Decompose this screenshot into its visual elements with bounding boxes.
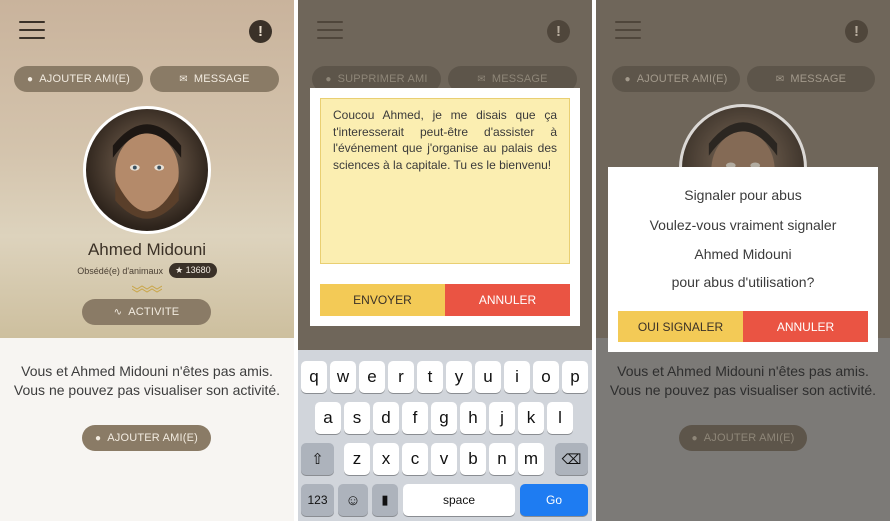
exclamation-icon[interactable]: !	[249, 20, 272, 43]
key-r[interactable]: r	[388, 361, 414, 393]
emoji-icon: ☺	[345, 491, 361, 509]
emoji-key[interactable]: ☺	[338, 484, 368, 516]
not-friends-notice: Vous et Ahmed Midouni n'êtes pas amis. V…	[609, 363, 877, 398]
backspace-key[interactable]: ⌫	[555, 443, 588, 475]
message-screen: ! ● SUPPRIMER AMI ✉ MESSAGE Coucou Ahmed…	[298, 0, 592, 521]
report-title: Signaler pour abus	[684, 187, 802, 203]
exclamation-icon: !	[845, 20, 868, 43]
key-d[interactable]: d	[373, 402, 399, 434]
envelope-icon: ✉	[775, 73, 785, 85]
person-icon: ●	[624, 73, 631, 85]
report-screen: ! ● AJOUTER AMI(E) ✉ MESSAGE Vous et Ahm…	[596, 0, 890, 521]
exclamation-icon: !	[547, 20, 570, 43]
pulse-icon: ∿	[113, 306, 123, 318]
not-friends-notice: Vous et Ahmed Midouni n'êtes pas amis. V…	[13, 363, 281, 398]
message-textarea[interactable]: Coucou Ahmed, je me disais que ça t'inte…	[320, 98, 570, 264]
hamburger-icon[interactable]	[19, 21, 45, 41]
score-value: 13680	[185, 265, 211, 275]
message-label: MESSAGE	[193, 73, 250, 85]
backspace-icon: ⌫	[561, 450, 582, 467]
message-button[interactable]: ✉ MESSAGE	[150, 66, 279, 92]
wave-divider-icon	[132, 285, 162, 293]
shift-key[interactable]: ⇧	[301, 443, 334, 475]
profile-subtitle: Obsédé(e) d'animaux	[77, 265, 164, 276]
add-friend-bottom-label: AJOUTER AMI(E)	[703, 432, 795, 444]
envelope-icon: ✉	[179, 73, 188, 85]
key-n[interactable]: n	[489, 443, 515, 475]
add-friend-bottom-button[interactable]: ● AJOUTER AMI(E)	[82, 425, 211, 451]
key-e[interactable]: e	[359, 361, 385, 393]
on-screen-keyboard: q w e r t y u i o p a s d f g h j k l ⇧ …	[298, 350, 592, 521]
space-key[interactable]: space	[403, 484, 515, 516]
key-i[interactable]: i	[504, 361, 530, 393]
envelope-icon: ✉	[477, 73, 486, 85]
key-t[interactable]: t	[417, 361, 443, 393]
key-p[interactable]: p	[562, 361, 588, 393]
hamburger-icon	[615, 21, 641, 41]
cancel-button[interactable]: ANNULER	[445, 284, 570, 316]
message-dialog: Coucou Ahmed, je me disais que ça t'inte…	[310, 88, 580, 326]
key-g[interactable]: g	[431, 402, 457, 434]
activity-label: ACTIVITE	[128, 306, 180, 318]
key-s[interactable]: s	[344, 402, 370, 434]
confirm-report-button[interactable]: OUI SIGNALER	[618, 311, 743, 342]
profile-photo	[112, 124, 182, 219]
key-h[interactable]: h	[460, 402, 486, 434]
key-m[interactable]: m	[518, 443, 544, 475]
microphone-key[interactable]: ▮	[372, 484, 398, 516]
add-friend-button[interactable]: ● AJOUTER AMI(E)	[14, 66, 143, 92]
shift-icon: ⇧	[311, 451, 324, 468]
key-a[interactable]: a	[315, 402, 341, 434]
message-label: MESSAGE	[491, 73, 548, 85]
key-b[interactable]: b	[460, 443, 486, 475]
key-y[interactable]: y	[446, 361, 472, 393]
person-icon: ●	[94, 432, 102, 444]
key-q[interactable]: q	[301, 361, 327, 393]
key-z[interactable]: z	[344, 443, 370, 475]
report-dialog: Signaler pour abus Voulez-vous vraiment …	[608, 167, 878, 352]
report-question: Voulez-vous vraiment signaler	[649, 217, 837, 233]
add-friend-label: AJOUTER AMI(E)	[39, 73, 131, 85]
report-user-name: Ahmed Midouni	[694, 246, 792, 262]
microphone-icon: ▮	[381, 492, 389, 507]
key-v[interactable]: v	[431, 443, 457, 475]
star-icon: ★	[175, 265, 184, 275]
key-o[interactable]: o	[533, 361, 559, 393]
person-icon: ●	[26, 73, 34, 85]
avatar	[83, 106, 211, 234]
key-f[interactable]: f	[402, 402, 428, 434]
numbers-key[interactable]: 123	[301, 484, 334, 516]
key-c[interactable]: c	[402, 443, 428, 475]
key-l[interactable]: l	[547, 402, 573, 434]
person-icon: ●	[691, 432, 698, 444]
add-friend-bottom-button: ● AJOUTER AMI(E)	[679, 425, 807, 451]
add-friend-bottom-label: AJOUTER AMI(E)	[107, 432, 199, 444]
profile-name: Ahmed Midouni	[87, 240, 207, 259]
cancel-report-button[interactable]: ANNULER	[743, 311, 868, 342]
profile-meta: Obsédé(e) d'animaux ★ 13680	[0, 263, 294, 278]
score-badge: ★ 13680	[169, 263, 217, 278]
key-j[interactable]: j	[489, 402, 515, 434]
key-w[interactable]: w	[330, 361, 356, 393]
key-k[interactable]: k	[518, 402, 544, 434]
key-x[interactable]: x	[373, 443, 399, 475]
activity-button[interactable]: ∿ ACTIVITE	[82, 299, 211, 325]
profile-screen: ! ● AJOUTER AMI(E) ✉ MESSAGE Ahmed Midou…	[0, 0, 294, 521]
hamburger-icon	[317, 21, 343, 41]
send-button[interactable]: ENVOYER	[320, 284, 445, 316]
person-icon: ●	[325, 73, 332, 85]
add-friend-label: AJOUTER AMI(E)	[636, 73, 728, 85]
report-reason: pour abus d'utilisation?	[671, 274, 815, 290]
message-label: MESSAGE	[790, 73, 847, 85]
go-key[interactable]: Go	[520, 484, 588, 516]
add-friend-button: ● AJOUTER AMI(E)	[612, 66, 740, 92]
message-button: ✉ MESSAGE	[747, 66, 875, 92]
key-u[interactable]: u	[475, 361, 501, 393]
remove-friend-label: SUPPRIMER AMI	[337, 73, 428, 85]
